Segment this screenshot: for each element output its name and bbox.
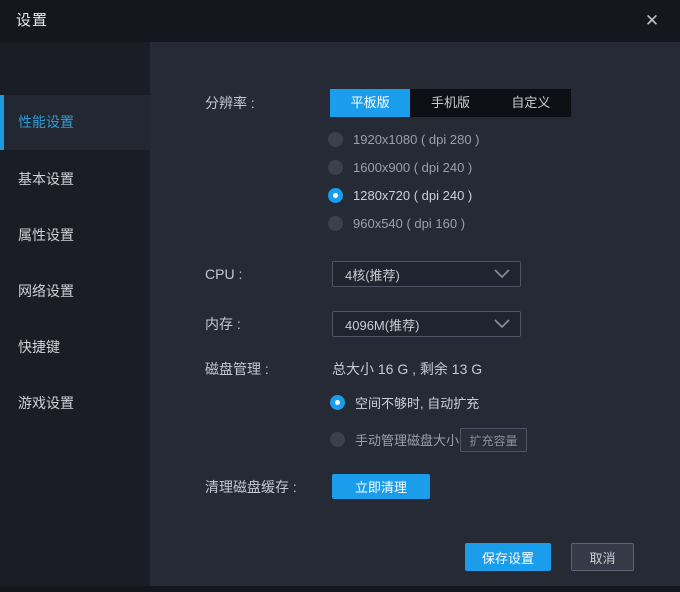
- resolution-tab-group: 平板版 手机版 自定义: [330, 89, 571, 117]
- radio-checked-icon: [330, 394, 345, 410]
- radio-checked-icon: [328, 187, 343, 203]
- disk-label: 磁盘管理 :: [205, 361, 269, 377]
- disk-option-manual[interactable]: 手动管理磁盘大小: [330, 429, 459, 449]
- sidebar-item-label: 基本设置: [18, 171, 74, 187]
- close-button[interactable]: ✕: [636, 7, 668, 35]
- sidebar-item-label: 快捷键: [18, 339, 60, 355]
- tab-tablet[interactable]: 平板版: [330, 89, 411, 117]
- window-title: 设置: [16, 12, 49, 29]
- close-icon: ✕: [644, 11, 660, 30]
- tab-phone[interactable]: 手机版: [410, 89, 490, 117]
- radio-icon: [328, 131, 343, 147]
- sidebar-item-label: 网络设置: [18, 283, 74, 299]
- cpu-dropdown-value: 4核(推荐): [345, 267, 400, 283]
- window-bottom-edge: [0, 586, 680, 592]
- sidebar-item-property[interactable]: 属性设置: [0, 207, 150, 263]
- sidebar-item-shortcuts[interactable]: 快捷键: [0, 319, 150, 375]
- performance-settings-panel: 分辨率 : 平板版 手机版 自定义 1920x1080 ( dpi 280 ) …: [150, 42, 680, 586]
- sidebar-item-game[interactable]: 游戏设置: [0, 375, 150, 431]
- sidebar-item-performance[interactable]: 性能设置: [0, 95, 150, 150]
- resolution-option-960x540[interactable]: 960x540 ( dpi 160 ): [328, 213, 465, 233]
- expand-capacity-button[interactable]: 扩充容量: [460, 428, 527, 452]
- sidebar: 性能设置 基本设置 属性设置 网络设置 快捷键 游戏设置: [0, 42, 150, 586]
- clean-cache-label: 清理磁盘缓存 :: [205, 479, 297, 495]
- chevron-down-icon: [494, 265, 510, 283]
- radio-icon: [328, 215, 343, 231]
- disk-option-label: 手动管理磁盘大小: [355, 432, 460, 448]
- radio-icon: [328, 159, 343, 175]
- sidebar-item-label: 性能设置: [18, 114, 74, 130]
- memory-label: 内存 :: [205, 316, 241, 332]
- sidebar-item-network[interactable]: 网络设置: [0, 263, 150, 319]
- radio-icon: [330, 431, 345, 447]
- cancel-button[interactable]: 取消: [571, 543, 634, 571]
- resolution-option-1600x900[interactable]: 1600x900 ( dpi 240 ): [328, 157, 472, 177]
- sidebar-item-label: 属性设置: [18, 227, 74, 243]
- settings-window: 设置 ✕ 性能设置 基本设置 属性设置 网络设置 快捷键 游戏设置 分辨率 : …: [0, 0, 680, 592]
- resolution-option-label: 1600x900 ( dpi 240 ): [353, 159, 473, 175]
- disk-option-label: 空间不够时, 自动扩充: [355, 395, 480, 411]
- sidebar-item-basic[interactable]: 基本设置: [0, 151, 150, 207]
- resolution-label: 分辨率 :: [205, 95, 255, 111]
- resolution-option-label: 1280x720 ( dpi 240 ): [353, 187, 473, 203]
- cpu-label: CPU :: [205, 266, 243, 282]
- cpu-dropdown[interactable]: 4核(推荐): [332, 261, 521, 287]
- chevron-down-icon: [494, 315, 510, 333]
- disk-option-auto-expand[interactable]: 空间不够时, 自动扩充: [330, 392, 479, 412]
- resolution-option-label: 960x540 ( dpi 160 ): [353, 215, 466, 231]
- save-settings-button[interactable]: 保存设置: [465, 543, 551, 571]
- resolution-option-1920x1080[interactable]: 1920x1080 ( dpi 280 ): [328, 129, 479, 149]
- memory-dropdown-value: 4096M(推荐): [345, 317, 420, 333]
- sidebar-item-label: 游戏设置: [18, 395, 74, 411]
- resolution-option-label: 1920x1080 ( dpi 280 ): [353, 131, 480, 147]
- titlebar: 设置 ✕: [0, 0, 680, 42]
- tab-custom[interactable]: 自定义: [491, 89, 571, 117]
- resolution-option-1280x720[interactable]: 1280x720 ( dpi 240 ): [328, 185, 472, 205]
- memory-dropdown[interactable]: 4096M(推荐): [332, 311, 521, 337]
- clean-now-button[interactable]: 立即清理: [332, 474, 430, 499]
- disk-usage-info: 总大小 16 G , 剩余 13 G: [332, 361, 483, 377]
